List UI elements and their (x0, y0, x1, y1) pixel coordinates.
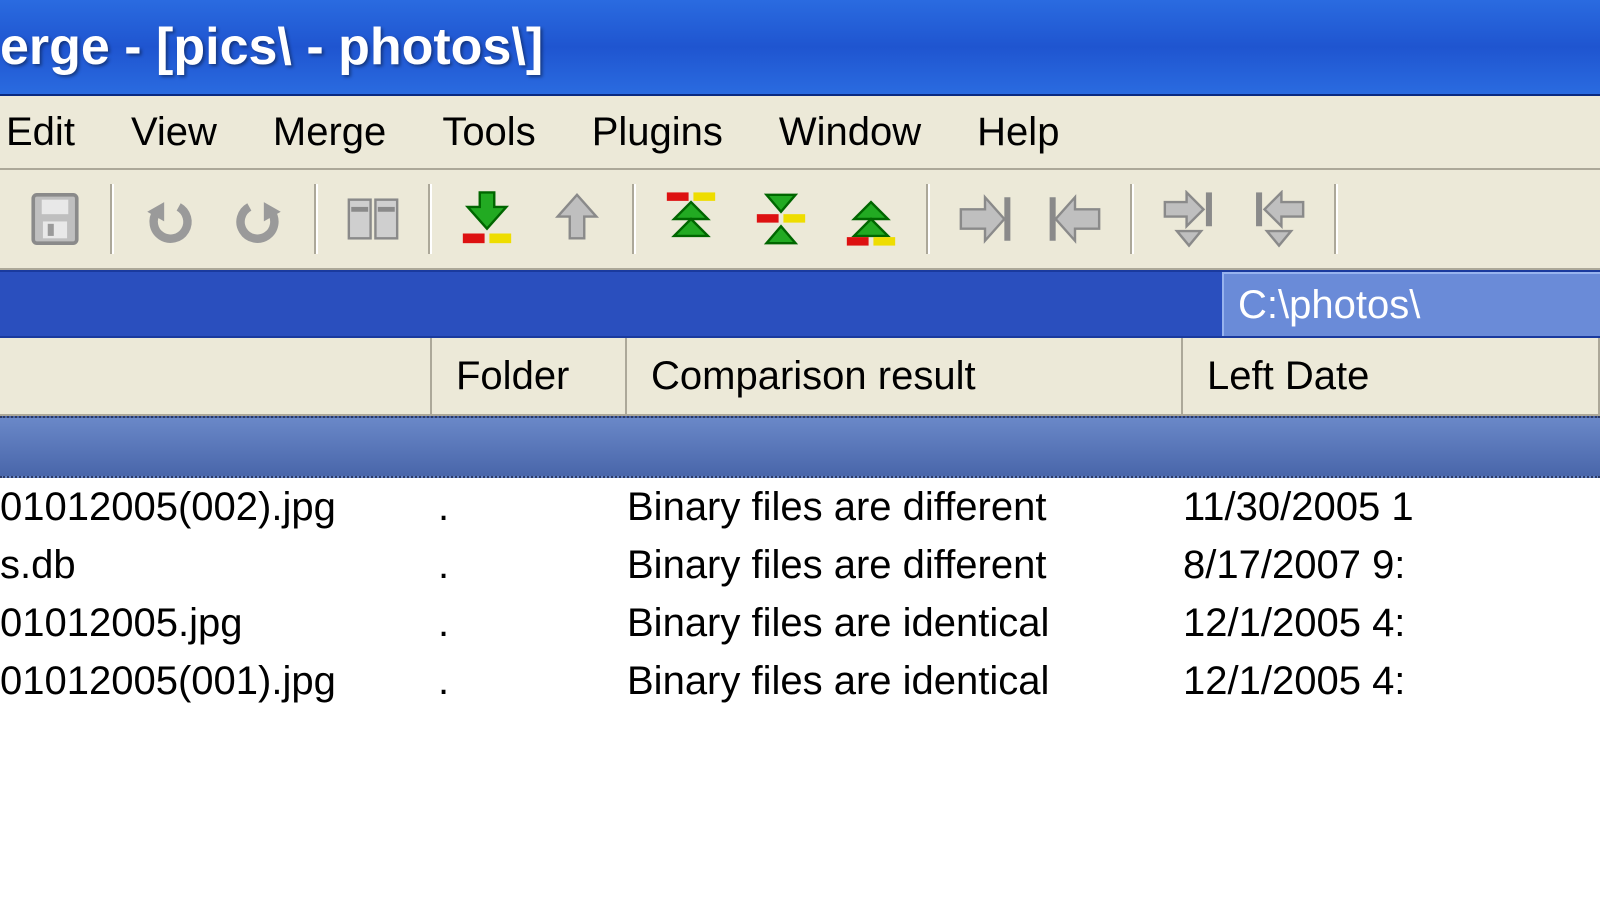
cell-folder: . (438, 543, 449, 588)
cell-folder: . (438, 601, 449, 646)
copy-left-button[interactable] (1040, 184, 1110, 254)
menu-tools[interactable]: Tools (442, 110, 535, 155)
table-row[interactable]: 01012005(002).jpg . Binary files are dif… (0, 478, 1600, 536)
right-path-text: C:\photos\ (1238, 283, 1420, 328)
toolbar-separator (926, 184, 930, 254)
menu-merge[interactable]: Merge (273, 110, 386, 155)
path-bar: C:\photos\ (0, 270, 1600, 338)
save-icon (26, 190, 84, 248)
menu-view[interactable]: View (131, 110, 217, 155)
column-headers: Folder Comparison result Left Date (0, 338, 1600, 416)
arrow-left-bar-icon (1046, 190, 1104, 248)
table-row[interactable]: 01012005.jpg . Binary files are identica… (0, 594, 1600, 652)
undo-icon (140, 190, 198, 248)
prev-diff-button[interactable] (542, 184, 612, 254)
toolbar (0, 170, 1600, 270)
column-header-result[interactable]: Comparison result (627, 338, 1183, 416)
cell-date: 8/17/2007 9: (1183, 543, 1405, 588)
current-diff-button[interactable] (746, 184, 816, 254)
toolbar-separator (110, 184, 114, 254)
redo-icon (230, 190, 288, 248)
window-title: erge - [pics\ - photos\] (0, 17, 543, 77)
double-arrow-up-diff-icon (662, 190, 720, 248)
arrows-converge-icon (752, 190, 810, 248)
cell-date: 12/1/2005 4: (1183, 659, 1405, 704)
toolbar-separator (428, 184, 432, 254)
diff-pane-button[interactable] (338, 184, 408, 254)
cell-folder: . (438, 485, 449, 530)
first-diff-button[interactable] (656, 184, 726, 254)
toolbar-separator (314, 184, 318, 254)
column-header-folder[interactable]: Folder (432, 338, 627, 416)
copy-left-advance-button[interactable] (1244, 184, 1314, 254)
arrow-left-down-icon (1250, 190, 1308, 248)
undo-button[interactable] (134, 184, 204, 254)
cell-name: 01012005.jpg (0, 601, 242, 646)
column-header-name[interactable] (0, 338, 432, 416)
redo-button[interactable] (224, 184, 294, 254)
selected-folder-row[interactable] (0, 416, 1600, 478)
cell-date: 12/1/2005 4: (1183, 601, 1405, 646)
save-button[interactable] (20, 184, 90, 254)
right-path-tab[interactable]: C:\photos\ (1222, 272, 1600, 336)
cell-name: s.db (0, 543, 76, 588)
menu-edit[interactable]: Edit (6, 110, 75, 155)
cell-date: 11/30/2005 1 (1183, 485, 1414, 530)
menu-plugins[interactable]: Plugins (592, 110, 723, 155)
arrow-down-diff-icon (458, 190, 516, 248)
cell-name: 01012005(001).jpg (0, 659, 336, 704)
arrow-up-icon (548, 190, 606, 248)
cell-folder: . (438, 659, 449, 704)
cell-result: Binary files are identical (627, 601, 1049, 646)
copy-right-advance-button[interactable] (1154, 184, 1224, 254)
comparison-rows: 01012005(002).jpg . Binary files are dif… (0, 478, 1600, 710)
copy-right-button[interactable] (950, 184, 1020, 254)
arrow-right-bar-icon (956, 190, 1014, 248)
table-row[interactable]: s.db . Binary files are different 8/17/2… (0, 536, 1600, 594)
cell-result: Binary files are identical (627, 659, 1049, 704)
toolbar-separator (632, 184, 636, 254)
window-title-bar: erge - [pics\ - photos\] (0, 0, 1600, 96)
toolbar-separator (1334, 184, 1338, 254)
column-header-left-date[interactable]: Left Date (1183, 338, 1600, 416)
menu-bar: Edit View Merge Tools Plugins Window Hel… (0, 96, 1600, 170)
cell-name: 01012005(002).jpg (0, 485, 336, 530)
toolbar-separator (1130, 184, 1134, 254)
diff-pane-icon (344, 190, 402, 248)
next-diff-button[interactable] (452, 184, 522, 254)
last-diff-button[interactable] (836, 184, 906, 254)
table-row[interactable]: 01012005(001).jpg . Binary files are ide… (0, 652, 1600, 710)
arrow-right-down-icon (1160, 190, 1218, 248)
menu-help[interactable]: Help (977, 110, 1059, 155)
double-arrow-down-diff-icon (842, 190, 900, 248)
cell-result: Binary files are different (627, 485, 1046, 530)
menu-window[interactable]: Window (779, 110, 921, 155)
cell-result: Binary files are different (627, 543, 1046, 588)
